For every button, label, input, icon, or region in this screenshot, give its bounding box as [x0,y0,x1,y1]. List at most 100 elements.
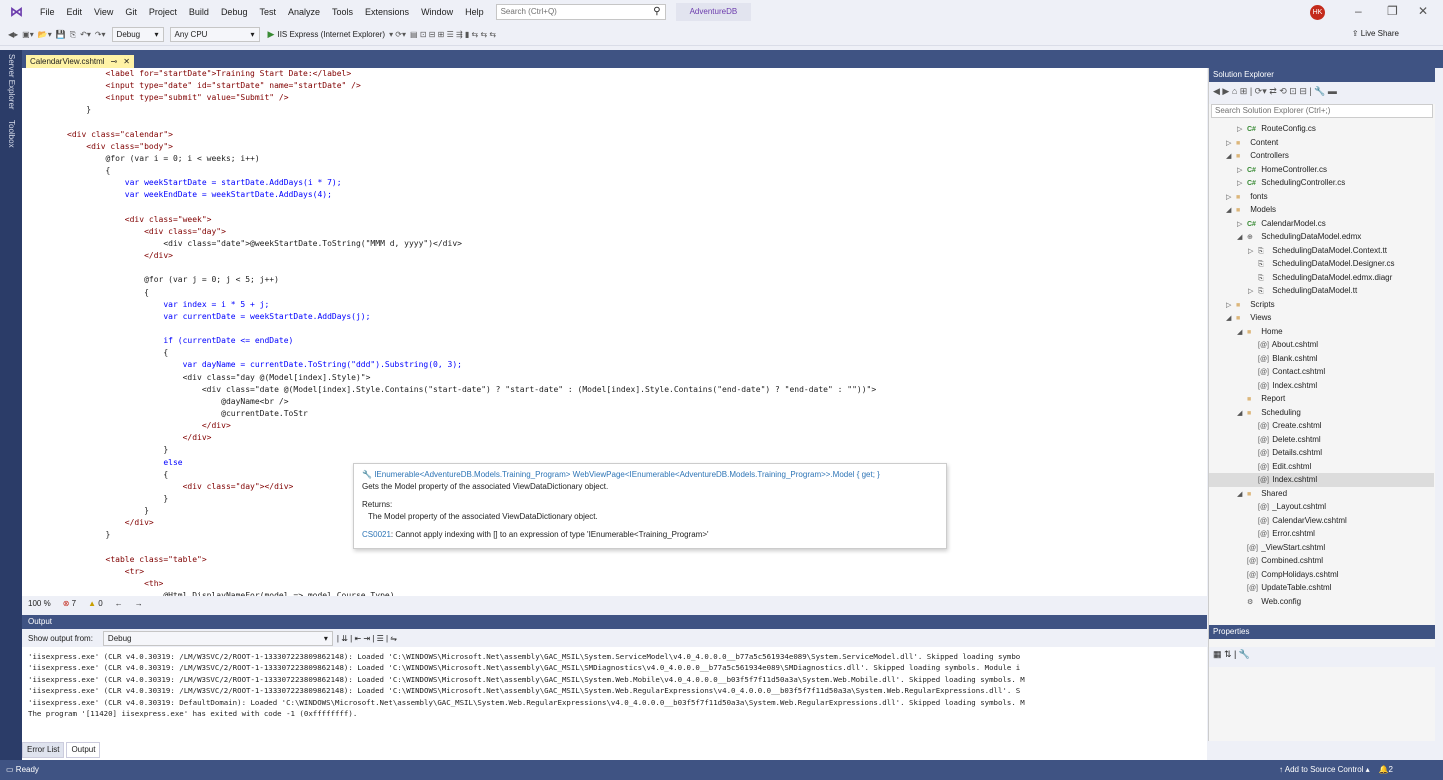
code-line[interactable]: @for (var j = 0; j < 5; j++) [67,274,876,286]
code-line[interactable] [67,323,876,335]
run-target-button[interactable]: IIS Express (Internet Explorer) [277,30,385,39]
tree-item[interactable]: [@] About.cshtml [1209,338,1434,352]
run-icon[interactable]: ▶ [268,29,275,40]
tree-item[interactable]: ▷ C# RouteConfig.cs [1209,122,1434,136]
code-line[interactable]: <input type="date" id="startDate" name="… [67,80,876,92]
tree-item[interactable]: [@] Create.cshtml [1209,419,1434,433]
expand-arrow-icon[interactable]: ▷ [1237,123,1247,136]
menu-item-tools[interactable]: Tools [326,0,359,24]
solution-explorer-toolbar[interactable]: ◀ ▶ ⌂ ⊞ | ⟳▾ ⇄ ⟲ ⊡ ⊟ | 🔧 ▬ [1209,82,1435,104]
save-all-icon[interactable]: ⎘ [70,30,76,40]
solution-search-input[interactable]: Search Solution Explorer (Ctrl+;) [1211,104,1433,118]
menu-item-extensions[interactable]: Extensions [359,0,415,24]
tree-item[interactable]: [@] Delete.cshtml [1209,433,1434,447]
tree-item[interactable]: ▷ C# CalendarModel.cs [1209,217,1434,231]
add-to-source-control-button[interactable]: ↑ Add to Source Control ▴ 🔔2 [1279,760,1393,780]
code-line[interactable]: <th> [67,578,876,590]
code-line[interactable]: </div> [67,432,876,444]
code-line[interactable]: <div class="week"> [67,214,876,226]
menu-item-view[interactable]: View [88,0,119,24]
properties-toolbar[interactable]: ▦ ⇅ | 🔧 [1209,647,1435,667]
code-line[interactable]: var index = i * 5 + j; [67,299,876,311]
tree-item[interactable]: ▷ C# SchedulingController.cs [1209,176,1434,190]
tab-error-list[interactable]: Error List [22,742,65,758]
avatar[interactable]: HK [1310,5,1325,20]
menu-item-git[interactable]: Git [119,0,143,24]
code-line[interactable]: <div class="day"> [67,226,876,238]
tree-item[interactable]: [@] Combined.cshtml [1209,554,1434,568]
search-input[interactable]: Search (Ctrl+Q) ⚲ [495,4,666,20]
menu-item-project[interactable]: Project [143,0,183,24]
code-line[interactable]: <div class="date @(Model[index].Style.Co… [67,384,876,396]
tree-item[interactable]: ⎘ SchedulingDataModel.Designer.cs [1209,257,1434,271]
open-icon[interactable]: 📂▾ [38,30,52,39]
code-line[interactable]: { [67,165,876,177]
tree-item[interactable]: [@] Details.cshtml [1209,446,1434,460]
tree-item[interactable]: ⚙ Web.config [1209,595,1434,609]
tree-item[interactable]: ▷ C# HomeController.cs [1209,163,1434,177]
toolbox-tab[interactable]: Toolbox [7,120,16,148]
tab-output[interactable]: Output [66,742,101,758]
code-line[interactable] [67,202,876,214]
output-text[interactable]: 'iisexpress.exe' (CLR v4.0.30319: /LM/W3… [22,647,1202,737]
code-line[interactable] [67,262,876,274]
code-line[interactable]: </div> [67,250,876,262]
restore-icon[interactable]: ❐ [1387,4,1398,18]
tree-item[interactable]: ▷ ■ Content [1209,136,1434,150]
expand-arrow-icon[interactable]: ▷ [1226,137,1236,150]
tree-item[interactable]: [@] Index.cshtml [1209,473,1434,487]
output-toolbar-icons[interactable]: | ⇊ | ⇤ ⇥ | ☰ | ⇋ [337,634,397,643]
expand-arrow-icon[interactable]: ▷ [1248,245,1258,258]
code-line[interactable]: } [67,104,876,116]
code-line[interactable]: </div> [67,420,876,432]
tree-item[interactable]: ▷ ⎘ SchedulingDataModel.tt [1209,284,1434,298]
code-line[interactable]: { [67,287,876,299]
close-icon[interactable]: ✕ [1418,4,1428,18]
nav-forward-icon[interactable]: → [135,599,143,608]
menu-item-edit[interactable]: Edit [61,0,89,24]
code-line[interactable] [67,117,876,129]
tree-item[interactable]: [@] Blank.cshtml [1209,352,1434,366]
code-line[interactable]: { [67,347,876,359]
tree-item[interactable]: ▷ ⎘ SchedulingDataModel.Context.tt [1209,244,1434,258]
tree-item[interactable]: ■ Report [1209,392,1434,406]
code-line[interactable]: <tr> [67,566,876,578]
expand-arrow-icon[interactable]: ▷ [1237,177,1247,190]
redo-icon[interactable]: ↷▾ [95,30,106,39]
output-source-select[interactable]: Debug ▾ [102,630,333,646]
code-line[interactable]: var currentDate = weekStartDate.AddDays(… [67,311,876,323]
tree-item[interactable]: ⎘ SchedulingDataModel.edmx.diagr [1209,271,1434,285]
expand-arrow-icon[interactable]: ◢ [1226,312,1236,325]
code-line[interactable]: <div class="calendar"> [67,129,876,141]
toolbar-icons[interactable]: ▤ ⊡ ⊟ ⊞ ☰ ⇶ ▮ ⇆ ⇆ ⇆ [410,30,496,39]
error-count[interactable]: 7 [72,599,76,608]
close-tab-icon[interactable]: ✕ [123,55,130,68]
menu-item-test[interactable]: Test [253,0,282,24]
pin-icon[interactable]: ⊸ [111,55,118,68]
expand-arrow-icon[interactable]: ▷ [1237,218,1247,231]
configuration-select[interactable]: Debug ▾ [111,27,164,42]
expand-arrow-icon[interactable]: ▷ [1237,164,1247,177]
code-line[interactable]: <div class="date">@weekStartDate.ToStrin… [67,238,876,250]
tree-item[interactable]: ◢ ■ Home [1209,325,1434,339]
code-line[interactable]: <input type="submit" value="Submit" /> [67,92,876,104]
menu-item-analyze[interactable]: Analyze [282,0,326,24]
menu-item-window[interactable]: Window [415,0,459,24]
tree-item[interactable]: ▷ ■ fonts [1209,190,1434,204]
code-line[interactable]: <div class="body"> [67,141,876,153]
expand-arrow-icon[interactable]: ◢ [1237,326,1247,339]
refresh-icon[interactable]: ▾ ⟳▾ [389,30,406,39]
nav-back-icon[interactable]: ← [115,599,123,608]
warning-count[interactable]: 0 [98,599,102,608]
server-explorer-tab[interactable]: Server Explorer [7,54,16,110]
tree-item[interactable]: ◢ ■ Controllers [1209,149,1434,163]
notification-count[interactable]: 2 [1389,765,1393,774]
tree-item[interactable]: ▷ ■ Scripts [1209,298,1434,312]
code-line[interactable]: var weekStartDate = startDate.AddDays(i … [67,177,876,189]
code-line[interactable]: var dayName = currentDate.ToString("ddd"… [67,359,876,371]
tree-item[interactable]: ◢ ⊕ SchedulingDataModel.edmx [1209,230,1434,244]
minimize-icon[interactable]: – [1355,4,1362,18]
tree-item[interactable]: ◢ ■ Shared [1209,487,1434,501]
tree-item[interactable]: [@] Contact.cshtml [1209,365,1434,379]
tree-item[interactable]: [@] CalendarView.cshtml [1209,514,1434,528]
